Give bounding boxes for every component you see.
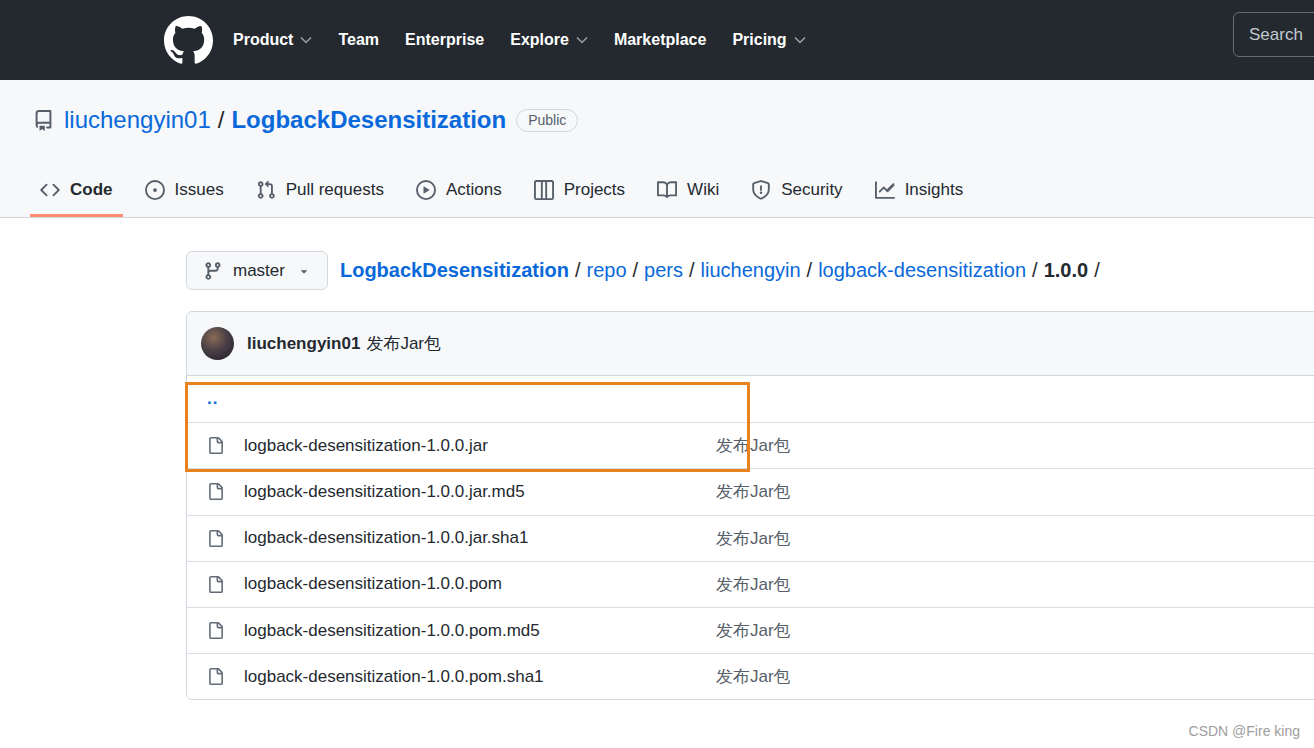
tab-actions[interactable]: Actions	[406, 163, 512, 217]
breadcrumb-separator: /	[627, 259, 645, 281]
avatar[interactable]	[201, 327, 234, 360]
file-toolbar: master LogbackDesensitization/repo/pers/…	[186, 251, 1106, 290]
breadcrumb-link-logback-desensitization[interactable]: logback-desensitization	[818, 259, 1026, 281]
branch-selector-button[interactable]: master	[186, 251, 328, 290]
github-header: Product Team Enterprise Explore Marketpl…	[0, 0, 1314, 80]
branch-name: master	[233, 261, 285, 281]
git-pull-request-icon	[256, 180, 276, 200]
nav-item-enterprise[interactable]: Enterprise	[405, 31, 484, 49]
file-name-link[interactable]: logback-desensitization-1.0.0.jar.sha1	[244, 528, 716, 548]
breadcrumb-separator: /	[1026, 259, 1044, 281]
file-name-link[interactable]: logback-desensitization-1.0.0.jar.md5	[244, 482, 716, 502]
file-icon	[207, 667, 224, 686]
tab-projects[interactable]: Projects	[524, 163, 635, 217]
file-commit-message[interactable]: 发布Jar包	[716, 527, 791, 550]
chevron-down-icon	[576, 36, 588, 44]
nav-item-explore[interactable]: Explore	[510, 31, 588, 49]
file-name-link[interactable]: logback-desensitization-1.0.0.pom.md5	[244, 621, 716, 641]
repo-owner-link[interactable]: liuchengyin01	[64, 106, 211, 133]
header-nav: Product Team Enterprise Explore Marketpl…	[233, 31, 806, 49]
search-input[interactable]: Search	[1233, 12, 1314, 57]
file-icon	[207, 575, 224, 594]
tab-pull-requests[interactable]: Pull requests	[246, 163, 394, 217]
search-placeholder: Search	[1249, 25, 1303, 45]
tab-code[interactable]: Code	[30, 163, 123, 217]
repo-title-separator: /	[211, 106, 232, 133]
watermark: CSDN @Fire king	[1189, 723, 1300, 739]
parent-directory-link[interactable]: ..	[207, 389, 218, 409]
shield-icon	[751, 180, 771, 200]
file-row[interactable]: logback-desensitization-1.0.0.pom.md5 发布…	[187, 607, 1314, 653]
file-commit-message[interactable]: 发布Jar包	[716, 573, 791, 596]
file-icon	[207, 621, 224, 640]
tab-issues[interactable]: Issues	[135, 163, 234, 217]
file-row[interactable]: logback-desensitization-1.0.0.jar.md5 发布…	[187, 468, 1314, 514]
tab-insights[interactable]: Insights	[865, 163, 974, 217]
file-list-box: liuchengyin01 发布Jar包 .. logback-desensit…	[186, 311, 1314, 700]
chevron-down-icon	[300, 36, 312, 44]
commit-author-link[interactable]: liuchengyin01	[247, 334, 360, 354]
breadcrumb-separator: /	[801, 259, 819, 281]
issue-opened-icon	[145, 180, 165, 200]
file-name-link[interactable]: logback-desensitization-1.0.0.jar	[244, 436, 716, 456]
breadcrumb-repo-root[interactable]: LogbackDesensitization	[340, 259, 569, 281]
triangle-down-icon	[297, 264, 311, 278]
file-icon	[207, 482, 224, 501]
breadcrumb-separator: /	[683, 259, 701, 281]
file-commit-message[interactable]: 发布Jar包	[716, 665, 791, 688]
file-icon	[207, 436, 224, 455]
file-commit-message[interactable]: 发布Jar包	[716, 619, 791, 642]
nav-item-pricing[interactable]: Pricing	[732, 31, 805, 49]
commit-message-link[interactable]: 发布Jar包	[366, 332, 441, 355]
book-icon	[657, 180, 677, 200]
file-name-link[interactable]: logback-desensitization-1.0.0.pom.sha1	[244, 667, 716, 687]
breadcrumb: LogbackDesensitization/repo/pers/liuchen…	[340, 259, 1106, 282]
parent-directory-row[interactable]: ..	[187, 376, 1314, 422]
file-commit-message[interactable]: 发布Jar包	[716, 434, 791, 457]
graph-icon	[875, 180, 895, 200]
nav-item-marketplace[interactable]: Marketplace	[614, 31, 707, 49]
breadcrumb-link-repo[interactable]: repo	[586, 259, 626, 281]
nav-item-product[interactable]: Product	[233, 31, 312, 49]
repo-name-link[interactable]: LogbackDesensitization	[231, 106, 506, 133]
latest-commit-bar: liuchengyin01 发布Jar包	[187, 312, 1314, 376]
visibility-badge: Public	[516, 109, 578, 132]
file-row[interactable]: logback-desensitization-1.0.0.pom 发布Jar包	[187, 561, 1314, 607]
code-icon	[40, 180, 60, 200]
chevron-down-icon	[794, 36, 806, 44]
breadcrumb-link-pers[interactable]: pers	[644, 259, 683, 281]
file-icon	[207, 529, 224, 548]
repo-header-band: liuchengyin01/LogbackDesensitization Pub…	[0, 80, 1314, 218]
file-row[interactable]: logback-desensitization-1.0.0.jar.sha1 发…	[187, 515, 1314, 561]
nav-item-team[interactable]: Team	[338, 31, 379, 49]
git-branch-icon	[203, 261, 223, 281]
breadcrumb-separator: /	[1088, 259, 1106, 281]
breadcrumb-current: 1.0.0	[1044, 259, 1088, 281]
file-commit-message[interactable]: 发布Jar包	[716, 480, 791, 503]
file-row[interactable]: logback-desensitization-1.0.0.jar 发布Jar包	[187, 422, 1314, 468]
tab-wiki[interactable]: Wiki	[647, 163, 729, 217]
breadcrumb-separator: /	[569, 259, 587, 281]
file-name-link[interactable]: logback-desensitization-1.0.0.pom	[244, 574, 716, 594]
repo-icon	[33, 110, 54, 131]
repo-tabs: Code Issues Pull requests Actions Projec…	[30, 163, 973, 217]
github-logo-icon[interactable]	[164, 16, 213, 65]
play-icon	[416, 180, 436, 200]
table-icon	[534, 180, 554, 200]
breadcrumb-link-liuchengyin[interactable]: liuchengyin	[701, 259, 801, 281]
file-row[interactable]: logback-desensitization-1.0.0.pom.sha1 发…	[187, 653, 1314, 699]
repo-title: liuchengyin01/LogbackDesensitization Pub…	[33, 106, 578, 134]
tab-security[interactable]: Security	[741, 163, 852, 217]
